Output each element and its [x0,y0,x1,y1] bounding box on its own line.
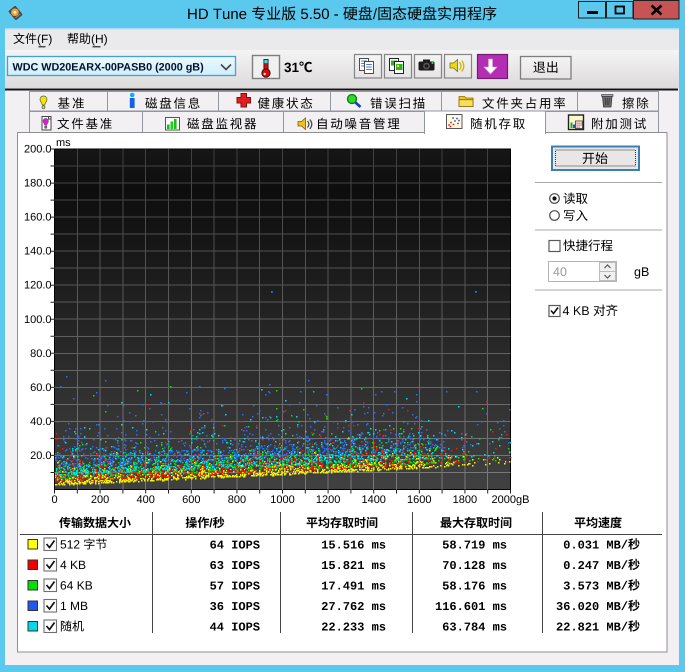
svg-text:800: 800 [228,494,246,506]
svg-text:ms: ms [56,137,71,149]
svg-text:2000gB: 2000gB [492,494,530,506]
svg-text:400: 400 [137,494,155,506]
svg-text:120.0: 120.0 [24,280,52,292]
svg-text:0: 0 [51,494,57,506]
svg-text:60.0: 60.0 [30,382,51,394]
svg-text:40.0: 40.0 [30,416,51,428]
svg-text:20.0: 20.0 [30,450,51,462]
svg-text:1600: 1600 [407,494,431,506]
svg-text:80.0: 80.0 [30,348,51,360]
svg-text:1200: 1200 [316,494,340,506]
svg-text:100.0: 100.0 [24,314,52,326]
svg-text:1000: 1000 [270,494,294,506]
svg-text:40: 40 [553,265,567,279]
svg-text:1800: 1800 [453,494,477,506]
svg-text:WDC WD20EARX-00PASB0 (2000 gB): WDC WD20EARX-00PASB0 (2000 gB) [13,62,205,74]
svg-text:200.0: 200.0 [24,144,52,156]
svg-text:600: 600 [182,494,200,506]
svg-text:140.0: 140.0 [24,246,52,258]
svg-text:200: 200 [91,494,109,506]
svg-text:1400: 1400 [361,494,385,506]
svg-text:180.0: 180.0 [24,178,52,190]
svg-text:gB: gB [634,265,649,279]
svg-text:160.0: 160.0 [24,212,52,224]
